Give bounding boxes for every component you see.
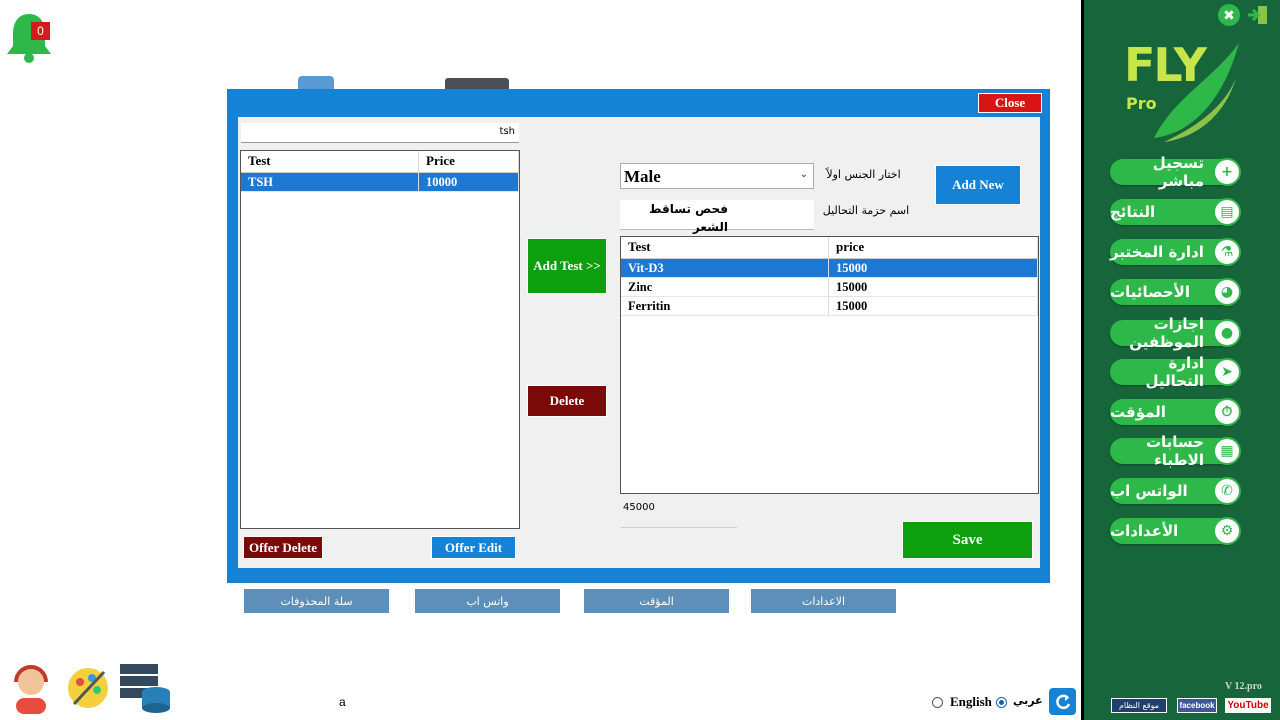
sidebar-item-statistics[interactable]: الأحصائيات ◕	[1110, 278, 1241, 306]
offer-editor-dialog: Close tsh Test Price TSH 10000 Offer Del…	[227, 89, 1050, 583]
logo-sub: Pro	[1126, 94, 1157, 113]
database-icon[interactable]	[118, 662, 172, 714]
sidebar-item-lab-management[interactable]: ادارة المختبر ⚗	[1110, 238, 1241, 266]
test-search-input[interactable]: tsh	[241, 123, 519, 143]
version-label: V 12.pro	[1225, 681, 1262, 692]
column-test: Test	[241, 151, 419, 172]
logout-icon[interactable]	[1246, 4, 1270, 26]
sidebar-item-label: الواتس اب	[1110, 482, 1188, 500]
facebook-link[interactable]: facebook	[1177, 698, 1217, 713]
close-button[interactable]: Close	[978, 93, 1042, 113]
package-name-label: اسم حزمة التحاليل	[822, 204, 910, 217]
sidebar-item-label: النتائج	[1110, 203, 1156, 221]
report-icon: ▦	[1213, 437, 1241, 465]
gear-icon: ⚙	[1213, 517, 1241, 545]
status-text: a	[339, 695, 346, 709]
package-tests-grid[interactable]: Test price Vit-D3 15000 Zinc 15000 Ferri…	[620, 236, 1039, 494]
refresh-icon	[1055, 694, 1070, 709]
sidebar-item-doctor-accounts[interactable]: حسابات الاطباء ▦	[1110, 433, 1241, 469]
notification-bell[interactable]: 0	[4, 10, 54, 64]
cell-test: Ferritin	[621, 297, 829, 315]
lab-icon: ⚗	[1213, 238, 1241, 266]
save-button[interactable]: Save	[902, 521, 1033, 559]
refresh-button[interactable]	[1049, 688, 1076, 715]
support-agent-icon[interactable]	[8, 662, 54, 714]
grid-header: Test Price	[241, 151, 519, 173]
app-logo: FLY Pro	[1114, 38, 1244, 148]
gender-select[interactable]: Male ⌄	[620, 163, 814, 189]
add-test-button[interactable]: Add Test >>	[527, 238, 607, 294]
sidebar-item-label: الأحصائيات	[1110, 283, 1190, 301]
sidebar-item-timer[interactable]: المؤقت ⏱	[1110, 398, 1241, 426]
add-new-button[interactable]: Add New	[935, 165, 1021, 205]
sidebar-item-results[interactable]: النتائج ▤	[1110, 198, 1241, 226]
sidebar-item-label: اجازات الموظفين	[1129, 315, 1204, 351]
cell-price: 15000	[829, 278, 1038, 296]
tab-trash[interactable]: سلة المحذوفات	[244, 589, 389, 613]
cell-test: Zinc	[621, 278, 829, 296]
notification-count: 0	[31, 22, 50, 40]
tab-timer[interactable]: المؤقت	[584, 589, 729, 613]
table-row[interactable]: TSH 10000	[241, 173, 519, 192]
gender-select-value: Male	[624, 167, 661, 186]
cell-price: 15000	[829, 297, 1038, 315]
sidebar-item-staff-leave[interactable]: اجازات الموظفين ●	[1110, 315, 1241, 351]
package-name-input[interactable]: فحص تساقط الشعر	[620, 200, 814, 234]
table-row[interactable]: Zinc 15000	[621, 278, 1038, 297]
plus-icon: +	[1213, 158, 1241, 186]
language-selector: English عربي	[932, 694, 1043, 712]
sidebar-item-label: الأعدادات	[1110, 522, 1179, 540]
table-row[interactable]: Ferritin 15000	[621, 297, 1038, 316]
logo-text: FLY	[1124, 38, 1207, 92]
sidebar-item-label: حسابات الاطباء	[1145, 433, 1204, 469]
sidebar-item-label: المؤقت	[1110, 403, 1166, 421]
youtube-link[interactable]: YouTube	[1225, 698, 1271, 713]
palette-icon[interactable]	[64, 664, 112, 712]
gender-label: اختار الجنس اولاً	[826, 168, 901, 181]
arabic-radio[interactable]	[996, 697, 1007, 708]
stats-icon: ◕	[1213, 278, 1241, 306]
delete-button[interactable]: Delete	[527, 385, 607, 417]
cell-test: Vit-D3	[621, 259, 829, 277]
total-price-field: 45000	[621, 499, 737, 528]
table-row[interactable]: Vit-D3 15000	[621, 259, 1038, 278]
sidebar-item-label: تسجيل مباشر	[1152, 154, 1204, 190]
english-radio[interactable]	[932, 697, 943, 708]
offer-edit-button[interactable]: Offer Edit	[431, 536, 516, 559]
sidebar-item-test-management[interactable]: ادارة التحاليل ➤	[1110, 354, 1241, 390]
sidebar: ✖ FLY Pro تسجيل مباشر + النتائج ▤ ادارة ال…	[1081, 0, 1280, 720]
background-icon-user	[298, 76, 334, 90]
results-icon: ▤	[1213, 198, 1241, 226]
cell-price: 10000	[419, 173, 519, 191]
column-price: price	[829, 237, 1038, 258]
send-icon: ➤	[1213, 358, 1241, 386]
sidebar-item-label: ادارة المختبر	[1110, 243, 1204, 261]
column-price: Price	[419, 151, 519, 172]
arabic-label[interactable]: عربي	[1013, 694, 1043, 707]
website-link[interactable]: موقع النظام	[1111, 698, 1167, 713]
english-label[interactable]: English	[950, 694, 992, 710]
sidebar-item-settings[interactable]: الأعدادات ⚙	[1110, 517, 1241, 545]
whatsapp-icon: ✆	[1213, 477, 1241, 505]
sidebar-item-direct-registration[interactable]: تسجيل مباشر +	[1110, 154, 1241, 190]
sidebar-item-label: ادارة التحاليل	[1145, 354, 1204, 390]
sidebar-item-whatsapp[interactable]: الواتس اب ✆	[1110, 477, 1241, 505]
cell-test: TSH	[241, 173, 419, 191]
available-tests-grid[interactable]: Test Price TSH 10000	[240, 150, 520, 529]
location-icon: ●	[1213, 319, 1241, 347]
cell-price: 15000	[829, 259, 1038, 277]
offer-delete-button[interactable]: Offer Delete	[243, 536, 323, 559]
tab-whatsapp[interactable]: واتس اب	[415, 589, 560, 613]
grid-header: Test price	[621, 237, 1038, 259]
timer-icon: ⏱	[1213, 398, 1241, 426]
chevron-down-icon: ⌄	[799, 169, 808, 180]
fullscreen-icon[interactable]: ✖	[1218, 4, 1240, 26]
tab-settings[interactable]: الاعدادات	[751, 589, 896, 613]
column-test: Test	[621, 237, 829, 258]
